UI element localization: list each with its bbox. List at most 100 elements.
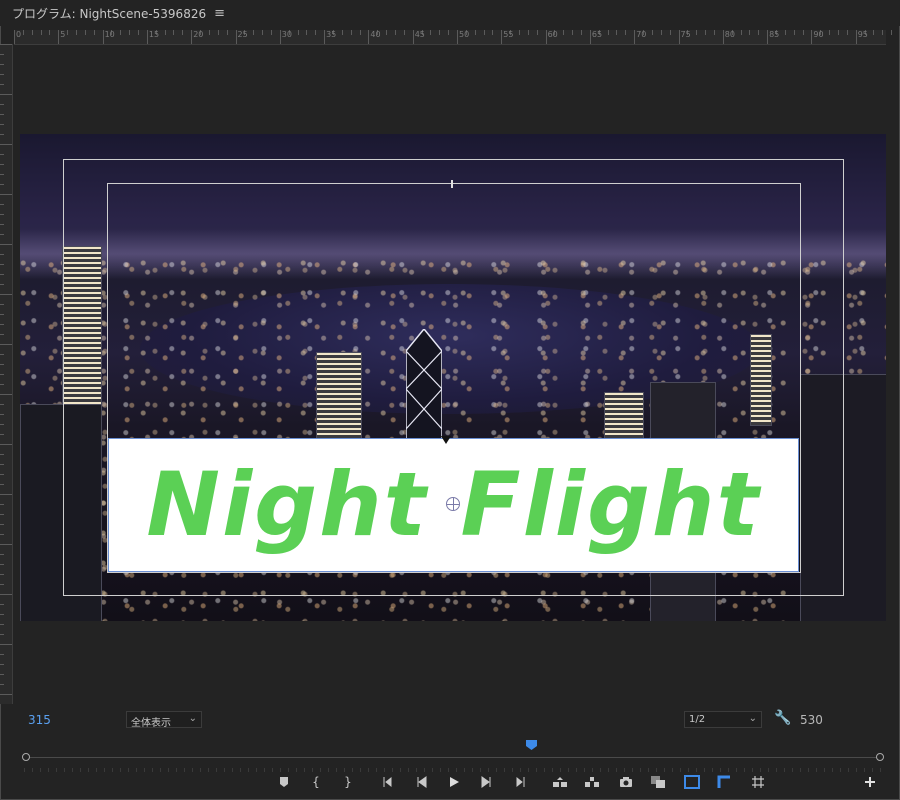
ruler-tick [589,30,591,44]
extract-icon[interactable] [582,772,602,792]
ruler-tick [226,30,228,35]
ruler-tick [767,30,769,44]
time-ruler-scrubber[interactable] [22,751,884,765]
ruler-tick [102,30,104,44]
ruler-tick [722,30,724,44]
wrench-settings-icon[interactable]: 🔧 [774,710,791,726]
ruler-tick [572,30,574,35]
bounding-box-handle[interactable] [451,180,453,188]
ruler-label: 95 [857,30,868,39]
ruler-label: 40 [370,30,381,39]
ruler-tick [501,30,503,44]
go-to-out-icon[interactable] [508,772,528,792]
ruler-tick [324,30,326,44]
snap-grid-icon[interactable] [748,772,768,792]
ruler-tick [0,674,4,675]
toggle-proxies-icon[interactable] [714,772,734,792]
scrub-track [28,757,878,758]
chevron-down-icon: ⌄ [188,713,197,724]
ruler-tick [306,30,308,35]
ruler-tick [0,634,4,635]
ruler-tick [315,30,317,35]
ruler-tick [0,74,4,75]
ruler-tick [696,30,698,35]
ruler-tick [545,30,547,44]
ruler-tick [0,394,12,395]
ruler-tick [0,664,4,665]
building [20,404,102,621]
ruler-label: 25 [237,30,248,39]
ruler-tick [0,574,4,575]
ruler-tick [0,204,4,205]
mark-out-icon[interactable]: } [338,772,358,792]
ruler-tick [607,30,609,35]
ruler-tick [0,384,4,385]
ruler-tick [891,30,893,35]
safe-margins-icon[interactable] [682,772,702,792]
panel-title[interactable]: プログラム: NightScene-5396826 [12,5,206,22]
resolution-value: 1/2 [689,714,706,725]
mark-in-icon[interactable]: { [306,772,326,792]
button-editor-icon[interactable] [860,772,880,792]
ruler-tick [253,30,255,35]
comparison-view-icon[interactable] [648,772,668,792]
playhead-timecode[interactable]: 315 [28,713,51,727]
ruler-label: 45 [414,30,425,39]
ruler-tick [705,30,707,35]
ruler-tick [0,344,12,345]
ruler-tick [341,30,343,35]
zoom-level-select[interactable]: 全体表示 ⌄ [126,711,202,729]
go-to-in-icon[interactable] [380,772,400,792]
ruler-tick [217,30,219,35]
ruler-tick [0,434,4,435]
ruler-tick [0,104,4,105]
ruler-tick [0,444,12,445]
ruler-tick [67,30,69,35]
ruler-tick [0,254,4,255]
panel-header: プログラム: NightScene-5396826 ≡ [0,0,900,26]
chevron-down-icon: ⌄ [748,713,757,724]
ruler-tick [403,30,405,35]
ruler-tick [0,474,4,475]
ruler-label: 5 [60,30,66,39]
scrub-end-cap[interactable] [876,753,884,761]
resize-handle-icon[interactable] [441,436,451,444]
scrub-start-cap[interactable] [22,753,30,761]
ruler-tick [0,264,4,265]
lift-icon[interactable] [550,772,570,792]
ruler-tick [394,30,396,35]
ruler-label: 65 [591,30,603,39]
hamburger-menu-icon[interactable]: ≡ [214,6,225,21]
ruler-tick [0,334,4,335]
playback-resolution-select[interactable]: 1/2 ⌄ [684,711,762,728]
vertical-ruler [0,44,13,704]
ruler-tick [0,494,12,495]
ruler-tick [0,184,4,185]
ruler-tick [829,30,831,35]
ruler-tick [0,274,4,275]
ruler-tick [31,30,33,35]
ruler-tick [713,30,715,35]
export-frame-icon[interactable] [616,772,636,792]
step-back-icon[interactable] [412,772,432,792]
playhead-marker[interactable] [526,740,537,750]
ruler-tick [0,284,4,285]
anchor-point-icon[interactable] [446,497,460,511]
play-icon[interactable] [444,772,464,792]
ruler-label: 10 [104,30,115,39]
ruler-tick [0,294,12,295]
ruler-tick [0,234,4,235]
ruler-tick [235,30,237,44]
ruler-tick [0,554,4,555]
ruler-tick [129,30,131,35]
ruler-tick [660,30,662,35]
ruler-tick [279,30,281,44]
ruler-tick [14,30,15,44]
step-forward-icon[interactable] [476,772,496,792]
ruler-tick [882,30,884,35]
ruler-tick [0,134,4,135]
add-marker-icon[interactable] [274,772,294,792]
ruler-tick [536,30,538,35]
ruler-tick [0,354,4,355]
ruler-tick [740,30,742,35]
